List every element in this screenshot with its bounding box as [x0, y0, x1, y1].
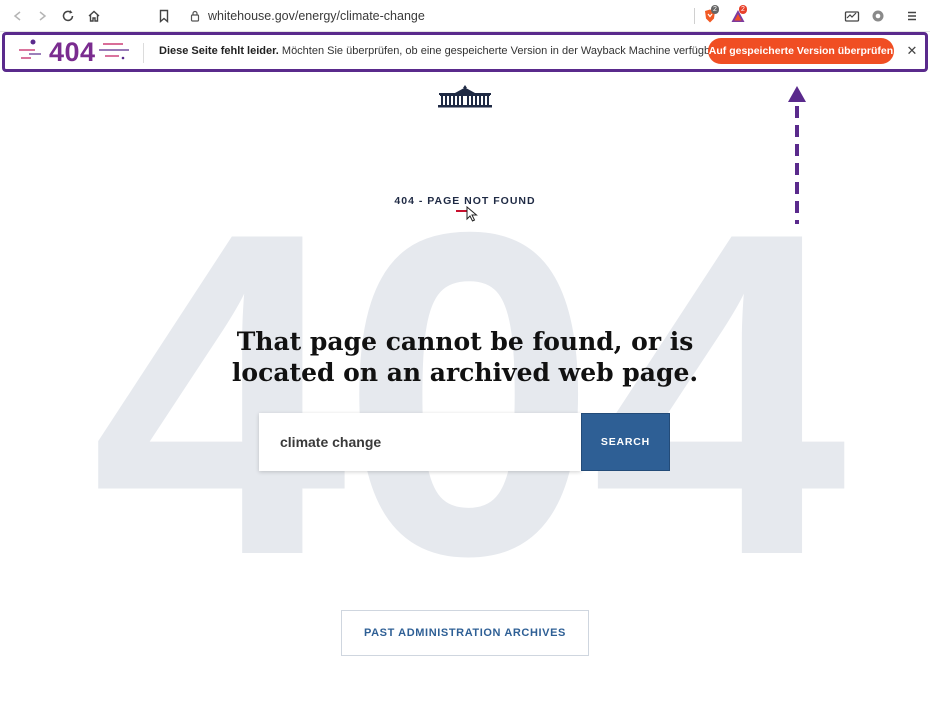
home-icon[interactable]	[84, 6, 104, 26]
page-title-line-1: That page cannot be found, or is	[236, 327, 694, 356]
wayback-404-logo: 404	[19, 36, 131, 70]
past-administration-archives-button[interactable]: PAST ADMINISTRATION ARCHIVES	[341, 610, 589, 656]
reload-icon[interactable]	[58, 6, 78, 26]
page-title: That page cannot be found, or is located…	[0, 326, 930, 388]
search-button[interactable]: SEARCH	[581, 413, 670, 471]
menu-icon[interactable]	[902, 6, 922, 26]
search-input[interactable]: climate change	[259, 413, 581, 471]
browser-toolbar: whitehouse.gov/energy/climate-change 2 2	[0, 0, 930, 32]
bookmark-icon[interactable]	[154, 6, 174, 26]
wallet-icon[interactable]	[842, 6, 862, 26]
check-saved-version-button[interactable]: Auf gespeicherte Version überprüfen	[708, 38, 894, 64]
forward-icon[interactable]	[32, 6, 52, 26]
url-text: whitehouse.gov/energy/climate-change	[208, 9, 425, 23]
page-title-line-2: located on an archived web page.	[231, 358, 699, 387]
close-icon[interactable]: ✕	[904, 42, 920, 60]
wayback-404-logo-text: 404	[49, 37, 96, 67]
mouse-cursor-icon	[466, 205, 478, 222]
wayback-notification-bar: 404 Diese Seite fehlt leider. Möchten Si…	[2, 32, 928, 72]
address-bar[interactable]: whitehouse.gov/energy/climate-change	[180, 4, 695, 28]
white-house-logo[interactable]	[437, 84, 493, 108]
brave-rewards-icon[interactable]: 2	[728, 5, 748, 26]
notification-message-text: Möchten Sie überprüfen, ob eine gespeich…	[278, 45, 741, 57]
notification-bold-text: Diese Seite fehlt leider.	[159, 45, 279, 57]
lock-icon	[190, 10, 200, 22]
notification-message: Diese Seite fehlt leider. Möchten Sie üb…	[159, 45, 740, 57]
brave-badge: 2	[711, 5, 719, 14]
brave-shields-icon[interactable]: 2	[700, 5, 720, 26]
rewards-badge: 2	[739, 5, 747, 14]
background-404-number: 404	[91, 138, 847, 651]
search-input-value: climate change	[280, 434, 382, 450]
toolbar-divider	[694, 8, 695, 24]
back-icon[interactable]	[8, 6, 28, 26]
notification-separator	[143, 43, 144, 63]
annotation-arrow-icon	[786, 86, 808, 226]
vpn-icon[interactable]	[868, 6, 888, 26]
